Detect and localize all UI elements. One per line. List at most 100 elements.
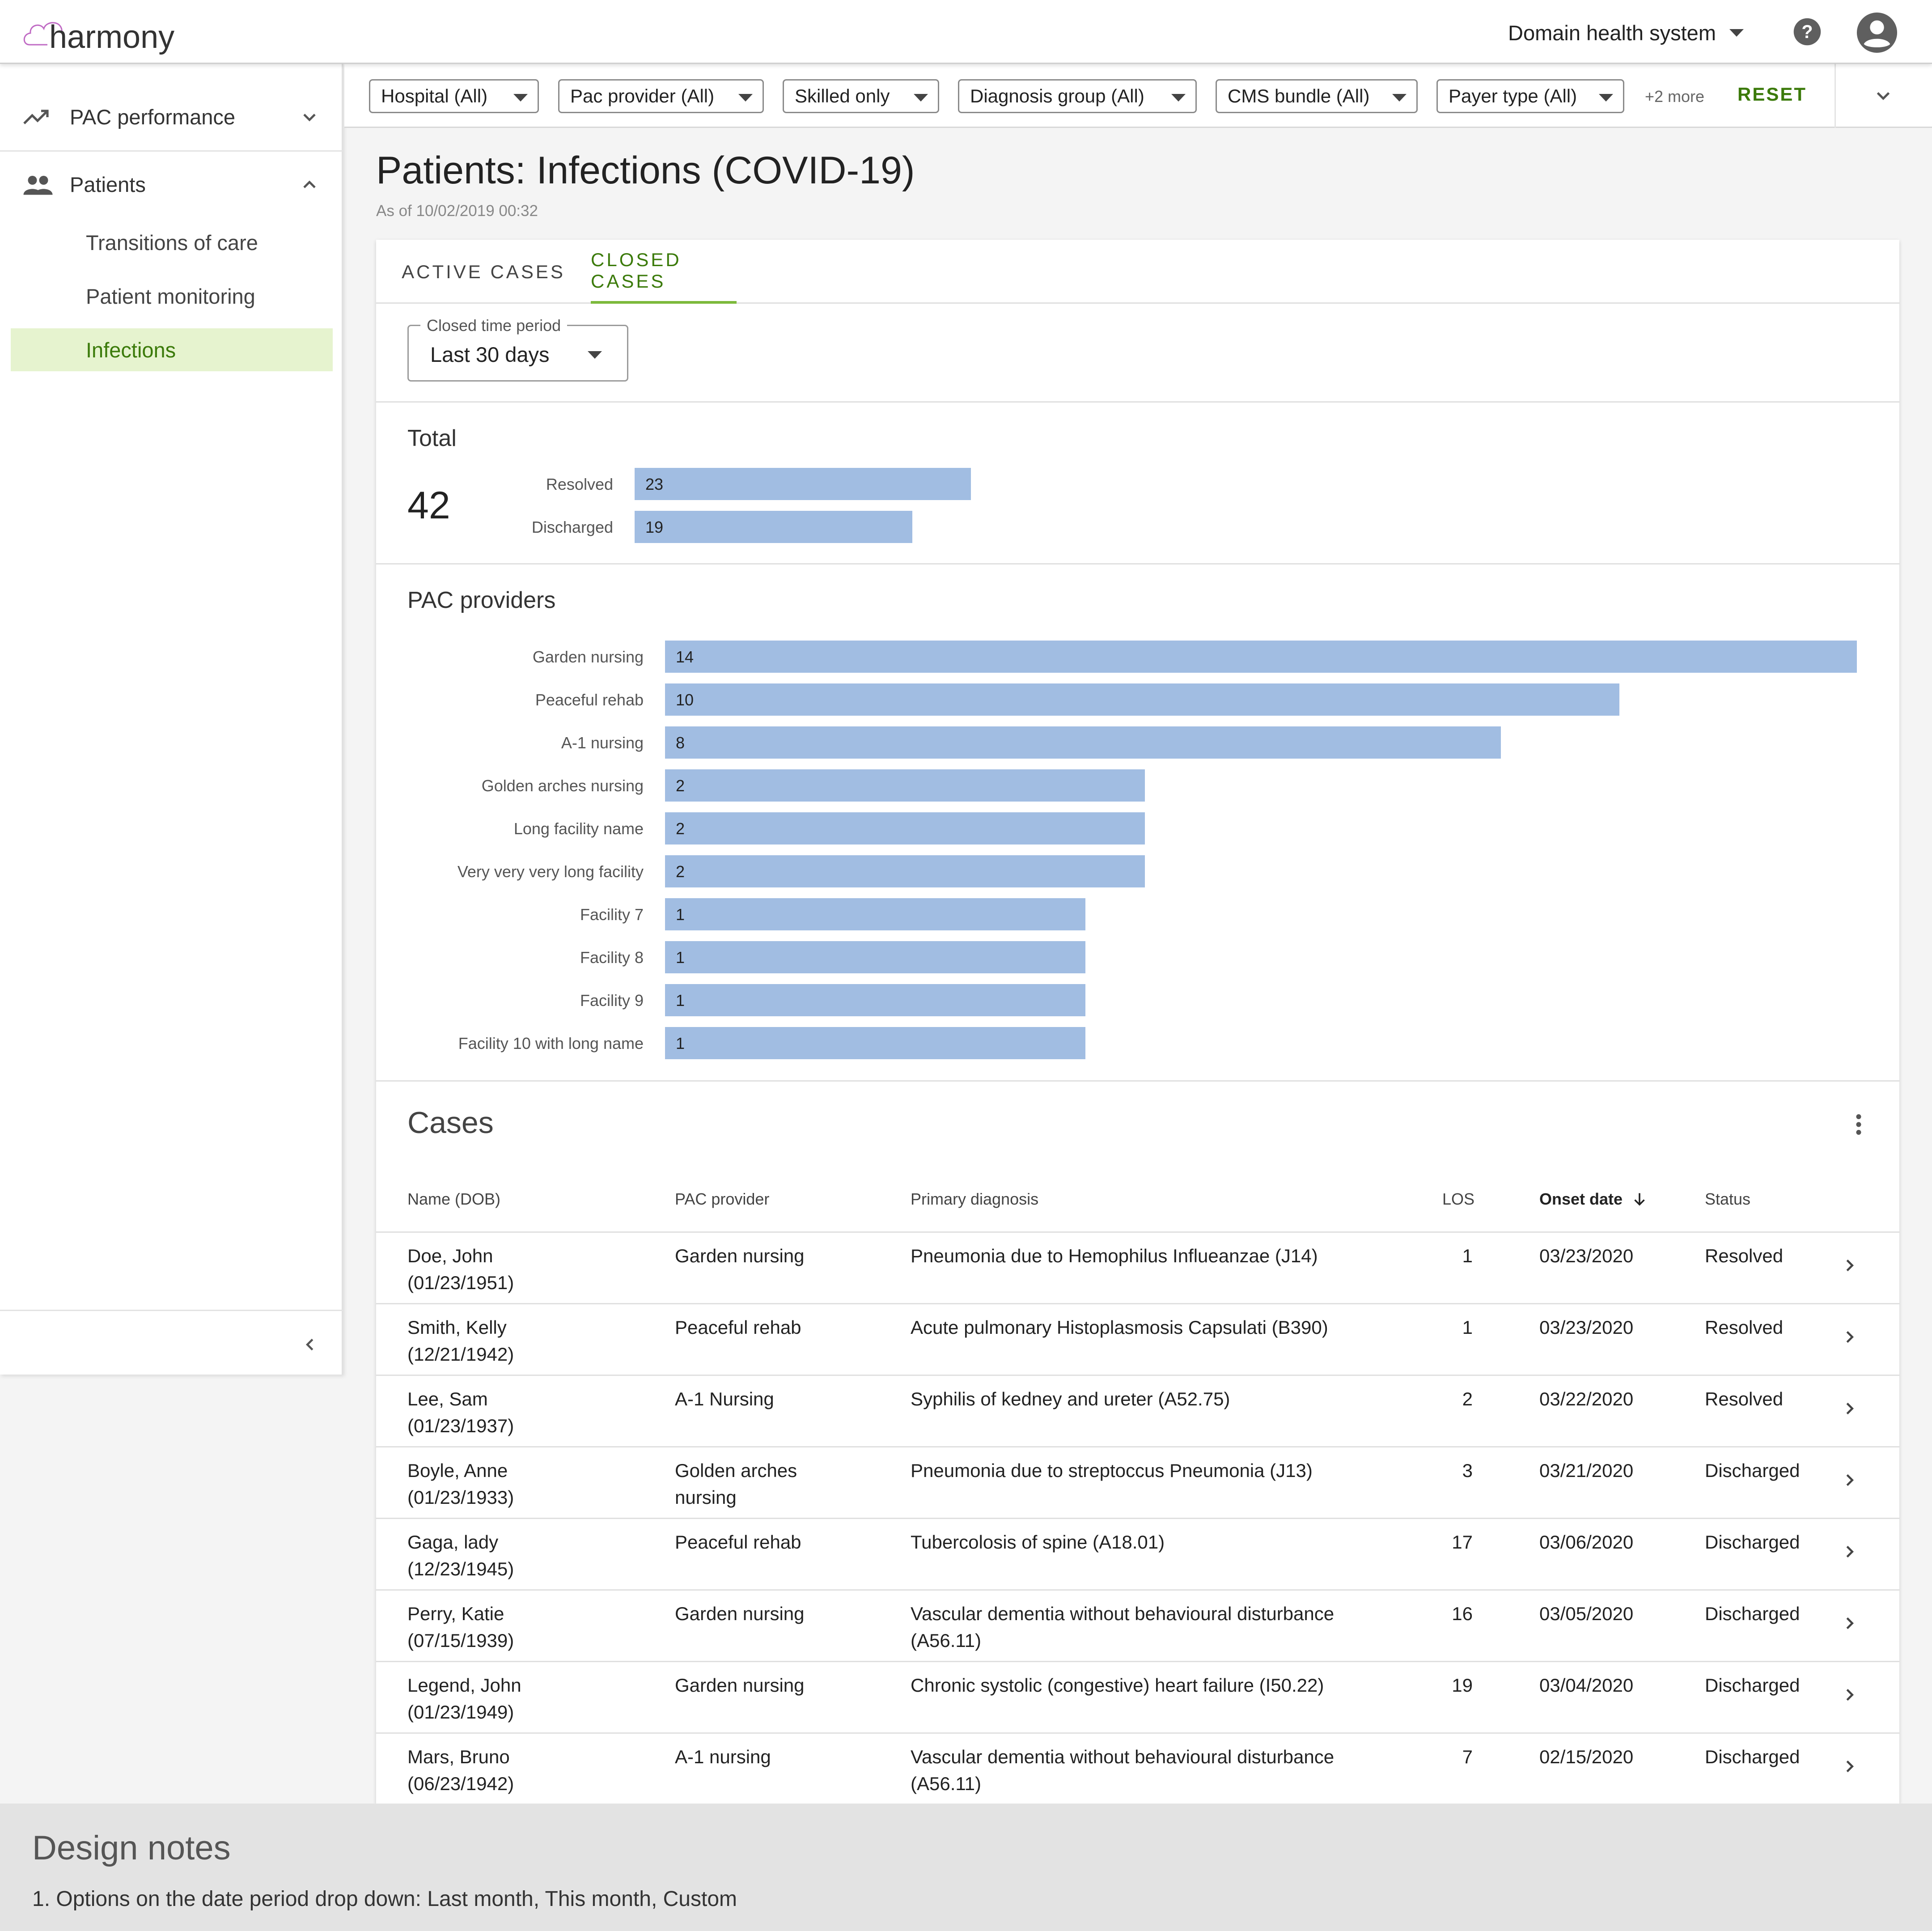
sidebar-item-transitions-of-care[interactable]: Transitions of care xyxy=(11,221,333,264)
cell-los-text: 1 xyxy=(1462,1245,1473,1266)
table-row[interactable]: Legend, John (01/23/1949) Garden nursing Ch… xyxy=(376,1661,1899,1732)
column-header-name[interactable]: Name (DOB) xyxy=(407,1190,500,1209)
closed-time-period-select[interactable]: Closed time period Last 30 days xyxy=(407,316,628,382)
tab-closed-cases[interactable]: CLOSED CASES xyxy=(591,240,737,304)
cell-primary-diagnosis: Acute pulmonary Histoplasmosis Capsulati… xyxy=(911,1314,1328,1341)
chevron-right-icon[interactable] xyxy=(1839,1613,1860,1634)
filter-label: Hospital (All) xyxy=(381,85,488,106)
cell-onset-date: 03/04/2020 xyxy=(1539,1672,1633,1699)
cell-onset-date-text: 03/23/2020 xyxy=(1539,1317,1634,1338)
cell-name-text: Lee, Sam xyxy=(407,1388,488,1409)
table-row[interactable]: Boyle, Anne (01/23/1933) Golden arches nurs… xyxy=(376,1446,1899,1518)
chevron-right-icon[interactable] xyxy=(1839,1541,1860,1562)
cell-los-text: 2 xyxy=(1462,1388,1473,1409)
reset-button[interactable]: RESET xyxy=(1737,84,1807,105)
cell-status: Discharged xyxy=(1705,1744,1800,1770)
cell-onset-date: 03/21/2020 xyxy=(1539,1457,1633,1484)
account-circle-icon[interactable] xyxy=(1856,12,1898,54)
bar-label: Facility 10 with long name xyxy=(458,1034,644,1053)
more-vert-icon[interactable] xyxy=(1847,1111,1870,1138)
cell-onset-date: 03/23/2020 xyxy=(1539,1314,1633,1341)
sidebar-section-patients[interactable]: Patients xyxy=(0,152,343,217)
column-header-status[interactable]: Status xyxy=(1705,1190,1750,1209)
cell-name-text: (01/23/1949) xyxy=(407,1702,514,1723)
filter-hospital[interactable]: Hospital (All) xyxy=(369,79,539,113)
table-row[interactable]: Lee, Sam (01/23/1937) A-1 Nursing Syphilis … xyxy=(376,1375,1899,1446)
cell-pac-provider: A-1 Nursing xyxy=(675,1386,774,1413)
cell-status: Resolved xyxy=(1705,1243,1783,1269)
chevron-right-icon[interactable] xyxy=(1839,1756,1860,1777)
column-header-los[interactable]: LOS xyxy=(1442,1190,1474,1209)
cell-primary-diagnosis: Vascular dementia without behavioural di… xyxy=(911,1744,1334,1797)
cell-los: 2 xyxy=(1462,1386,1473,1413)
table-row[interactable]: Smith, Kelly (12/21/1942) Peaceful rehab Ac… xyxy=(376,1303,1899,1375)
bar-label: Facility 8 xyxy=(580,948,644,967)
cell-pac-provider: Peaceful rehab xyxy=(675,1529,801,1556)
bar-value-label: 2 xyxy=(676,777,685,795)
bar: 14 xyxy=(665,641,1857,673)
chevron-right-icon[interactable] xyxy=(1839,1470,1860,1490)
app-header: harmony Domain health system ? xyxy=(0,0,1932,64)
table-row[interactable]: Gaga, lady (12/23/1945) Peaceful rehab Tube… xyxy=(376,1518,1899,1589)
table-row[interactable]: Perry, Katie (07/15/1939) Garden nursing Va… xyxy=(376,1589,1899,1661)
svg-text:?: ? xyxy=(1801,21,1813,42)
filter-cms-bundle[interactable]: CMS bundle (All) xyxy=(1216,79,1418,113)
cell-primary-diagnosis-text: Vascular dementia without behavioural di… xyxy=(911,1746,1335,1767)
more-filters-link[interactable]: +2 more xyxy=(1645,87,1704,106)
sidebar-item-infections[interactable]: Infections xyxy=(11,328,333,371)
filter-label: Skilled only xyxy=(795,85,890,106)
cell-pac-provider: Golden arches nursing xyxy=(675,1457,797,1511)
organization-select[interactable]: Domain health system xyxy=(1508,17,1744,48)
table-row[interactable]: Mars, Bruno (06/23/1942) A-1 nursing Vascul… xyxy=(376,1732,1899,1804)
sidebar-section-label: PAC performance xyxy=(70,105,236,129)
cell-status: Discharged xyxy=(1705,1529,1800,1556)
column-header-primary-diagnosis[interactable]: Primary diagnosis xyxy=(911,1190,1038,1209)
cell-name-text: (01/23/1933) xyxy=(407,1487,514,1508)
chevron-right-icon[interactable] xyxy=(1839,1398,1860,1419)
pac-providers-title: PAC providers xyxy=(407,587,556,613)
harmony-logo[interactable]: harmony xyxy=(21,9,182,58)
bar: 2 xyxy=(665,855,1145,887)
cell-los-text: 16 xyxy=(1452,1603,1473,1624)
cell-onset-date-text: 03/06/2020 xyxy=(1539,1532,1634,1553)
sidebar-section-pac-performance[interactable]: PAC performance xyxy=(0,84,343,150)
filter-payer-type[interactable]: Payer type (All) xyxy=(1436,79,1624,113)
cell-status: Discharged xyxy=(1705,1457,1800,1484)
help-icon[interactable]: ? xyxy=(1792,17,1822,47)
caret-down-icon xyxy=(914,94,928,102)
cell-los: 1 xyxy=(1462,1243,1473,1269)
bar-value-label: 1 xyxy=(676,905,685,924)
bar-value-label: 2 xyxy=(676,819,685,838)
cell-los: 7 xyxy=(1462,1744,1473,1770)
filter-diagnosis-group[interactable]: Diagnosis group (All) xyxy=(958,79,1197,113)
filter-skilled[interactable]: Skilled only xyxy=(783,79,939,113)
filter-label: CMS bundle (All) xyxy=(1228,85,1370,106)
bar-label: Facility 7 xyxy=(580,905,644,924)
cell-pac-provider: Garden nursing xyxy=(675,1600,805,1627)
tab-active-cases[interactable]: ACTIVE CASES xyxy=(376,240,591,304)
chevron-right-icon[interactable] xyxy=(1839,1685,1860,1705)
expand-filters-chevron-down-icon[interactable] xyxy=(1872,85,1894,107)
chevron-down-icon xyxy=(303,113,316,121)
cell-name: Gaga, lady (12/23/1945) xyxy=(407,1529,514,1583)
collapse-sidebar-chevron-left-icon[interactable] xyxy=(300,1334,320,1355)
filter-pac-provider[interactable]: Pac provider (All) xyxy=(558,79,764,113)
chevron-right-icon[interactable] xyxy=(1839,1255,1860,1276)
cell-primary-diagnosis: Chronic systolic (congestive) heart fail… xyxy=(911,1672,1324,1699)
bar-value-label: 23 xyxy=(645,475,664,493)
logo-text: harmony xyxy=(49,19,175,55)
column-header-onset-date[interactable]: Onset date xyxy=(1539,1190,1648,1209)
organization-label: Domain health system xyxy=(1508,21,1716,45)
cell-onset-date: 03/06/2020 xyxy=(1539,1529,1633,1556)
column-header-pac-provider[interactable]: PAC provider xyxy=(675,1190,769,1209)
chevron-right-icon[interactable] xyxy=(1839,1327,1860,1347)
sidebar-item-patient-monitoring[interactable]: Patient monitoring xyxy=(11,275,333,318)
cell-status: Discharged xyxy=(1705,1672,1800,1699)
cell-name: Legend, John (01/23/1949) xyxy=(407,1672,521,1726)
table-row[interactable]: Doe, John (01/23/1951) Garden nursing Pneum… xyxy=(376,1231,1899,1303)
cell-los-text: 19 xyxy=(1452,1675,1473,1696)
cell-pac-provider: A-1 nursing xyxy=(675,1744,771,1770)
bar-value-label: 14 xyxy=(676,648,694,666)
bar-label: Discharged xyxy=(531,518,613,536)
cell-los: 17 xyxy=(1452,1529,1473,1556)
